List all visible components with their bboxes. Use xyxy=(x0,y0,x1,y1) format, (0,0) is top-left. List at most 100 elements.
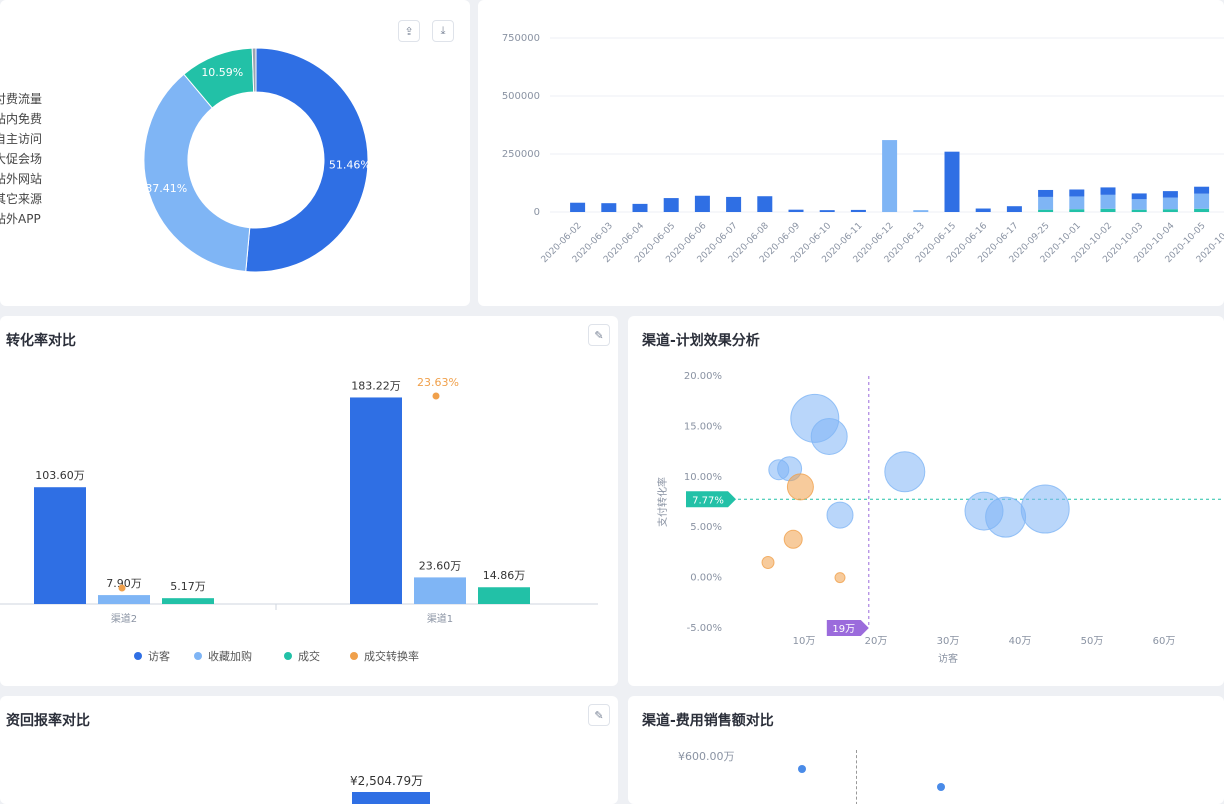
bubble xyxy=(884,451,926,493)
bar xyxy=(1038,209,1054,212)
legend-label: 访客 xyxy=(148,650,170,663)
bar xyxy=(1038,189,1054,197)
legend-item[interactable]: 收藏加购 xyxy=(194,648,252,664)
bar xyxy=(850,209,866,212)
bubble-card: 渠道-计划效果分析 20.00% 15.00% 10.00% 5.00% 0.00% -5… xyxy=(628,316,1224,686)
bubble xyxy=(985,496,1027,538)
bar xyxy=(478,587,530,604)
y-tick-label: 5.00% xyxy=(690,522,722,533)
card-title: 渠道-费用销售额对比 xyxy=(642,713,774,729)
daily-bar-card: 750000 500000 250000 0 2020-06-02 2020-06-03 2… xyxy=(478,0,1224,306)
source-donut-card: ⇪ ⤓ 付费流量 站内免费 自主访问 大促会场 站外网站 其它来源 站外APP 51.46%… xyxy=(0,0,470,306)
rate-point xyxy=(432,392,440,400)
bar xyxy=(663,198,679,212)
x-tick-label: 50万 xyxy=(1081,636,1104,647)
bar-value-label: 5.17万 xyxy=(170,580,206,593)
legend-label: 成交 xyxy=(298,650,320,663)
x-axis-label: 访客 xyxy=(938,652,958,665)
donut-slice xyxy=(143,73,251,273)
daily-bar-chart: 75000050000025000002020-06-022020-06-032… xyxy=(502,33,1224,265)
x-tick-label: 渠道1 xyxy=(427,612,453,625)
avg-y-tag-label: 7.77% xyxy=(692,495,724,506)
bar xyxy=(1162,197,1178,210)
y-axis-label: 支付转化率 xyxy=(656,477,669,527)
dashboard: ⇪ ⤓ 付费流量 站内免费 自主访问 大促会场 站外网站 其它来源 站外APP 51.46%… xyxy=(0,0,1224,804)
cost-sales-card: 渠道-费用销售额对比 ¥600.00万 xyxy=(628,696,1224,804)
x-tick-label: 60万 xyxy=(1153,636,1176,647)
card-title: 资回报率对比 xyxy=(6,713,90,729)
bar xyxy=(913,210,929,212)
bar xyxy=(1100,187,1116,195)
bubble-chart: 20.00% 15.00% 10.00% 5.00% 0.00% -5.00% 10万 20万… xyxy=(656,371,1224,665)
legend-dot xyxy=(134,652,142,660)
bar-value-label: 14.86万 xyxy=(483,569,526,582)
y-tick-label: 0 xyxy=(534,207,540,218)
legend-label: 收藏加购 xyxy=(208,650,252,663)
bar xyxy=(694,195,710,212)
bar xyxy=(1069,196,1085,210)
scatter-point xyxy=(798,765,806,773)
bubble xyxy=(826,501,854,529)
y-tick-label: 10.00% xyxy=(684,472,722,483)
bar xyxy=(1131,199,1147,210)
conversion-chart: 103.60万7.90万 5.17万渠道2183.22万23.60万14.86万渠… xyxy=(0,376,598,625)
bar-value-label: 183.22万 xyxy=(351,379,401,392)
slice-label: 37.41% xyxy=(145,182,187,195)
roi-card: 资回报率对比 ✎ ¥2,504.79万 xyxy=(0,696,618,804)
rate-label: 23.63% xyxy=(417,376,459,389)
bar xyxy=(788,209,804,212)
pencil-icon: ✎ xyxy=(594,708,604,722)
slice-label: 10.59% xyxy=(201,66,243,79)
y-tick-label: ¥600.00万 xyxy=(678,750,735,763)
edit-button[interactable]: ✎ xyxy=(588,704,610,726)
bar xyxy=(944,151,960,212)
bar-value-label: ¥2,504.79万 xyxy=(350,774,424,788)
bar xyxy=(882,140,898,212)
bubble xyxy=(783,529,803,549)
bar xyxy=(975,208,991,212)
bar xyxy=(352,792,430,804)
y-tick-label: 15.00% xyxy=(684,421,722,432)
legend-label: 成交转换率 xyxy=(364,650,419,663)
rate-point xyxy=(118,584,126,592)
y-tick-label: -5.00% xyxy=(687,623,722,634)
bar xyxy=(1162,191,1178,198)
legend-item[interactable]: 访客 xyxy=(134,648,170,664)
bar-value-label: 23.60万 xyxy=(419,559,462,572)
legend-item[interactable]: 成交 xyxy=(284,648,320,664)
avg-x-tag-label: 19万 xyxy=(832,624,855,635)
slice-label: 51.46% xyxy=(329,158,371,171)
bubble xyxy=(810,417,848,455)
y-tick-label: 750000 xyxy=(502,33,540,44)
y-tick-label: 500000 xyxy=(502,91,540,102)
bar xyxy=(632,203,648,212)
legend-dot xyxy=(284,652,292,660)
bubble xyxy=(834,572,846,584)
bar xyxy=(1194,186,1210,194)
bar xyxy=(1162,209,1178,212)
avg-line xyxy=(856,750,857,804)
bubble xyxy=(786,473,814,501)
y-tick-label: 0.00% xyxy=(690,573,722,584)
bar xyxy=(1038,196,1054,210)
bar xyxy=(726,196,742,212)
bar xyxy=(350,397,402,604)
legend-dot xyxy=(350,652,358,660)
bar xyxy=(414,577,466,604)
bar xyxy=(98,595,150,604)
bar xyxy=(570,202,586,212)
y-tick-label: 20.00% xyxy=(684,371,722,382)
bar-value-label: 103.60万 xyxy=(35,469,85,482)
bar xyxy=(1131,193,1147,200)
x-tick-label: 30万 xyxy=(937,636,960,647)
conversion-card: 转化率对比 ✎ 103.60万 7.90万 5.17万 渠道2 183.22万 23.60… xyxy=(0,316,618,686)
bar xyxy=(1194,208,1210,212)
legend-item[interactable]: 成交转换率 xyxy=(350,648,419,664)
bubble xyxy=(1020,484,1070,534)
x-tick-label: 20万 xyxy=(865,636,888,647)
bar xyxy=(1100,208,1116,212)
bar xyxy=(757,196,773,212)
scatter-point xyxy=(937,783,945,791)
bar xyxy=(819,210,835,212)
bubble xyxy=(761,555,775,569)
